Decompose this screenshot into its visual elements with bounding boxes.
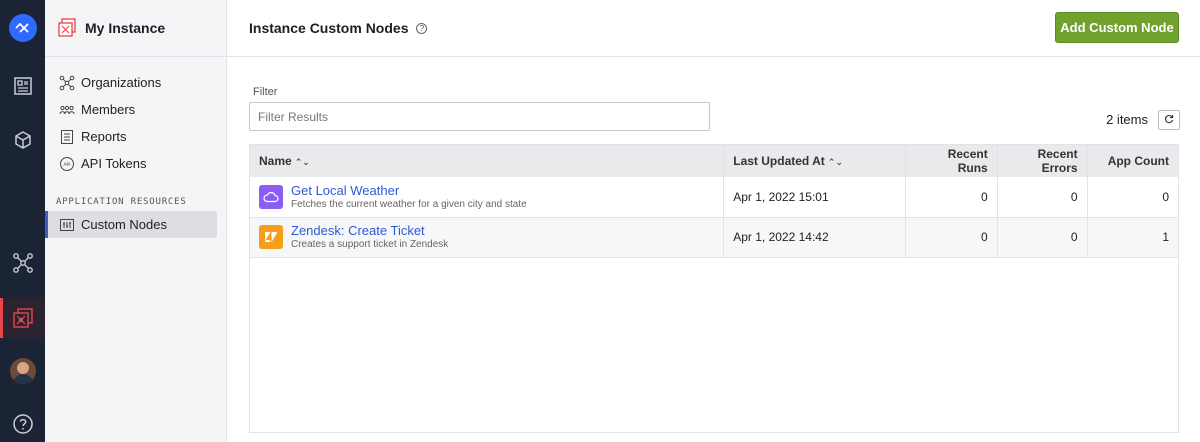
app-rail bbox=[0, 0, 45, 442]
table-row[interactable]: Get Local Weather Fetches the current we… bbox=[250, 177, 1178, 217]
organizations-icon bbox=[59, 75, 75, 91]
sidebar-item-custom-nodes[interactable]: Custom Nodes bbox=[45, 211, 217, 238]
instance-icon[interactable] bbox=[0, 298, 45, 338]
dashboard-icon[interactable] bbox=[0, 66, 45, 106]
sidebar-item-label: Reports bbox=[81, 129, 127, 144]
cell-recent-runs: 0 bbox=[905, 217, 998, 257]
filter-label: Filter bbox=[253, 86, 278, 98]
sort-icon: ⌃⌄ bbox=[827, 157, 843, 167]
node-name-link[interactable]: Zendesk: Create Ticket bbox=[291, 223, 448, 238]
svg-text:API: API bbox=[63, 162, 70, 168]
column-header-app-count: App Count bbox=[1107, 154, 1169, 168]
sidebar-item-label: Organizations bbox=[81, 75, 162, 90]
refresh-button[interactable] bbox=[1158, 110, 1180, 130]
sidebar-title: My Instance bbox=[85, 20, 166, 36]
sidebar-item-organizations[interactable]: Organizations bbox=[45, 69, 226, 96]
instance-icon bbox=[57, 18, 77, 38]
table-header-row: Name ⌃⌄ Last Updated At ⌃⌄ Recent Runs Rec… bbox=[250, 145, 1178, 177]
help-icon[interactable]: ? bbox=[416, 22, 428, 34]
sidebar-item-label: Custom Nodes bbox=[81, 217, 167, 232]
column-header-recent-errors: Recent Errors bbox=[997, 145, 1088, 177]
help-icon[interactable] bbox=[0, 404, 45, 442]
avatar[interactable] bbox=[0, 351, 45, 391]
cell-recent-errors: 0 bbox=[997, 217, 1088, 257]
cell-last-updated: Apr 1, 2022 15:01 bbox=[723, 177, 906, 217]
cell-recent-runs: 0 bbox=[905, 177, 998, 217]
cell-app-count: 1 bbox=[1162, 230, 1169, 244]
sidebar-item-reports[interactable]: Reports bbox=[45, 123, 226, 150]
api-tokens-icon: API bbox=[59, 156, 75, 172]
node-description: Fetches the current weather for a given … bbox=[291, 198, 527, 210]
column-header-name[interactable]: Name ⌃⌄ bbox=[250, 145, 725, 177]
column-header-recent-runs: Recent Runs bbox=[905, 145, 998, 177]
cloud-icon bbox=[259, 184, 283, 209]
members-icon bbox=[59, 102, 75, 118]
main-content: Instance Custom Nodes ? Add Custom Node … bbox=[227, 0, 1200, 442]
add-custom-node-button[interactable]: Add Custom Node bbox=[1055, 12, 1179, 43]
page-title: Instance Custom Nodes bbox=[249, 20, 409, 36]
reports-icon bbox=[59, 129, 75, 145]
sidebar-item-label: Members bbox=[81, 102, 136, 117]
custom-nodes-icon bbox=[59, 217, 75, 233]
node-name-link[interactable]: Get Local Weather bbox=[291, 183, 527, 198]
sidebar-item-api-tokens[interactable]: API API Tokens bbox=[45, 150, 226, 177]
filter-input[interactable] bbox=[249, 102, 710, 131]
items-count: 2 items bbox=[1106, 112, 1148, 127]
brand-logo-icon[interactable] bbox=[0, 8, 45, 48]
sidebar-item-label: API Tokens bbox=[81, 156, 147, 171]
sort-icon: ⌃⌄ bbox=[294, 157, 310, 167]
table-row[interactable]: Zendesk: Create Ticket Creates a support… bbox=[250, 217, 1178, 257]
page-header: Instance Custom Nodes ? Add Custom Node bbox=[227, 0, 1200, 57]
instance-sidebar: My Instance Organizations Members Report… bbox=[45, 0, 227, 442]
node-description: Creates a support ticket in Zendesk bbox=[291, 239, 449, 250]
custom-nodes-table: Name ⌃⌄ Last Updated At ⌃⌄ Recent Runs Rec… bbox=[249, 144, 1179, 433]
column-header-last-updated[interactable]: Last Updated At ⌃⌄ bbox=[723, 145, 906, 177]
sidebar-header: My Instance bbox=[45, 0, 226, 57]
zendesk-icon bbox=[259, 225, 283, 249]
sidebar-section-label: APPLICATION RESOURCES bbox=[56, 197, 187, 207]
cell-last-updated: Apr 1, 2022 14:42 bbox=[723, 217, 906, 257]
network-icon[interactable] bbox=[0, 243, 45, 283]
refresh-icon bbox=[1164, 114, 1174, 127]
cell-recent-errors: 0 bbox=[997, 177, 1088, 217]
cube-icon[interactable] bbox=[0, 120, 45, 160]
cell-app-count: 0 bbox=[1162, 189, 1169, 204]
sidebar-item-members[interactable]: Members bbox=[45, 96, 226, 123]
